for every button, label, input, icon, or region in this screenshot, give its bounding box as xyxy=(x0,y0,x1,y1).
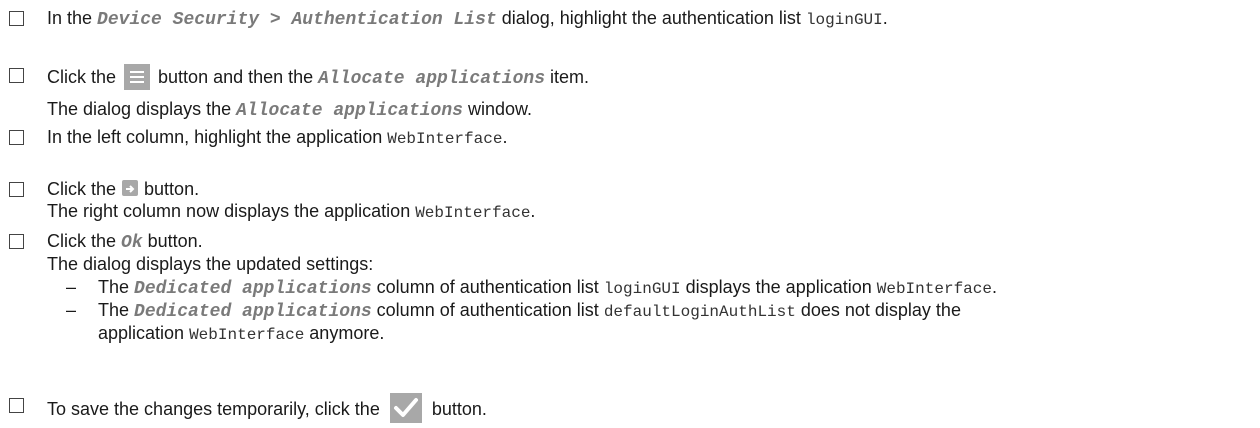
bullet-dash: – xyxy=(66,277,77,297)
step-2: Click the button and then the Allocate ap… xyxy=(47,64,589,90)
step-text: Click the xyxy=(47,231,122,251)
checkbox[interactable] xyxy=(9,130,24,145)
code-text: loginGUI xyxy=(805,11,883,29)
code-text: WebInterface xyxy=(189,326,305,344)
step-text: window. xyxy=(462,99,533,119)
step-6: To save the changes temporarily, click t… xyxy=(47,393,487,423)
step-text: The dialog displays the updated settings… xyxy=(47,254,374,274)
step-text: . xyxy=(530,201,536,221)
step-text: column of authentication list xyxy=(371,277,604,297)
step-text: button and then the xyxy=(158,67,319,87)
step-text: displays the application xyxy=(680,277,877,297)
ui-label: Dedicated applications xyxy=(134,302,372,322)
step-text: button. xyxy=(431,399,487,419)
step-text: Click the xyxy=(47,179,117,199)
code-text: loginGUI xyxy=(603,280,681,298)
ui-label: Dedicated applications xyxy=(134,279,372,299)
step-text: . xyxy=(502,127,508,147)
step-text: . xyxy=(882,8,888,28)
code-text: WebInterface xyxy=(876,280,992,298)
step-text: Click the xyxy=(47,67,117,87)
step-4: Click the button. xyxy=(47,178,199,200)
step-text: item. xyxy=(545,67,590,87)
bullet-2-cont: application WebInterface anymore. xyxy=(98,322,384,346)
step-text: anymore. xyxy=(304,323,385,343)
step-text: button. xyxy=(144,179,200,199)
checkbox[interactable] xyxy=(9,68,24,83)
step-text: In the left column, highlight the applic… xyxy=(47,127,388,147)
checkbox[interactable] xyxy=(9,398,24,413)
checkbox[interactable] xyxy=(9,234,24,249)
step-text: The xyxy=(98,277,135,297)
checkbox[interactable] xyxy=(9,11,24,26)
step-text: column of authentication list xyxy=(371,300,604,320)
checkbox[interactable] xyxy=(9,182,24,197)
ui-label: Ok xyxy=(121,233,143,253)
step-5-result: The dialog displays the updated settings… xyxy=(47,253,373,275)
step-text: To save the changes temporarily, click t… xyxy=(47,399,380,419)
bullet-dash: – xyxy=(66,300,77,320)
code-text: defaultLoginAuthList xyxy=(603,303,796,321)
arrow-right-icon xyxy=(122,180,139,196)
step-2-result: The dialog displays the Allocate applica… xyxy=(47,98,532,122)
ui-label: Allocate applications xyxy=(318,69,546,89)
code-text: WebInterface xyxy=(387,130,503,148)
step-text: . xyxy=(991,277,997,297)
step-text: The dialog displays the xyxy=(47,99,237,119)
step-text: does not display the xyxy=(795,300,961,320)
step-text: dialog, highlight the authentication lis… xyxy=(496,8,806,28)
step-5: Click the Ok button. xyxy=(47,230,203,254)
checkmark-icon xyxy=(389,393,422,423)
step-text: The right column now displays the applic… xyxy=(47,201,416,221)
step-text: In the xyxy=(47,8,98,28)
step-text: The xyxy=(98,300,135,320)
step-text: application xyxy=(98,323,190,343)
step-3: In the left column, highlight the applic… xyxy=(47,126,507,150)
code-text: WebInterface xyxy=(415,204,531,222)
step-text: button. xyxy=(142,231,203,251)
menu-icon xyxy=(124,64,151,90)
bullet-2: The Dedicated applications column of aut… xyxy=(98,299,961,323)
step-4-result: The right column now displays the applic… xyxy=(47,200,535,224)
ui-label: Device Security > Authentication List xyxy=(97,10,497,30)
step-1: In the Device Security > Authentication … xyxy=(47,7,888,31)
bullet-1: The Dedicated applications column of aut… xyxy=(98,276,997,300)
ui-label: Allocate applications xyxy=(236,101,463,121)
